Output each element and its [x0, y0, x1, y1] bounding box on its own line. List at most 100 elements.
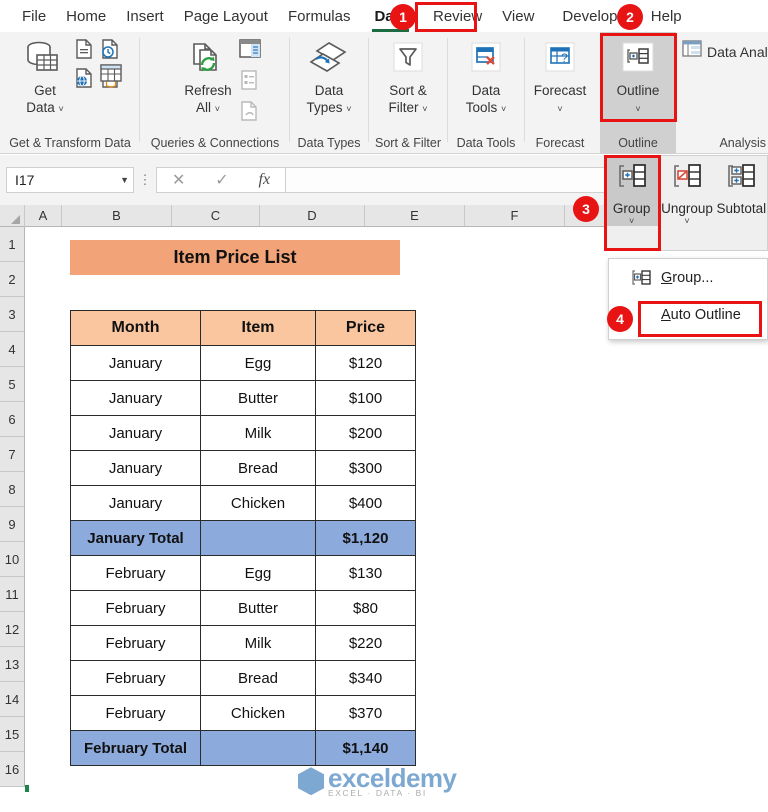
table-row[interactable]: February Egg $130 [70, 555, 416, 591]
row-header-3[interactable]: 3 [0, 297, 24, 332]
table-row[interactable]: February Bread $340 [70, 660, 416, 696]
column-header-e[interactable]: E [365, 205, 465, 226]
formula-bar-grip[interactable]: ⋮ [134, 173, 156, 186]
cell-item[interactable]: Bread [200, 450, 316, 486]
cell-price[interactable]: $340 [315, 660, 416, 696]
queries-connections-pane-icon[interactable] [238, 38, 262, 65]
table-row[interactable]: January Milk $200 [70, 415, 416, 451]
row-header-9[interactable]: 9 [0, 507, 24, 542]
cell-month[interactable]: January [70, 485, 201, 521]
cell-price[interactable]: $100 [315, 380, 416, 416]
tab-help[interactable]: Help [641, 4, 692, 29]
row-header-16[interactable]: 16 [0, 752, 24, 787]
cell-item[interactable]: Egg [200, 555, 316, 591]
cell-item[interactable]: Chicken [200, 485, 316, 521]
cell-price-total[interactable]: $1,120 [315, 520, 416, 556]
row-header-2[interactable]: 2 [0, 262, 24, 297]
cell-price-total[interactable]: $1,140 [315, 730, 416, 766]
row-header-10[interactable]: 10 [0, 542, 24, 577]
row-header-8[interactable]: 8 [0, 472, 24, 507]
cell-month[interactable]: February [70, 625, 201, 661]
data-analysis-button[interactable]: Data Analysis [682, 40, 768, 63]
row-header-4[interactable]: 4 [0, 332, 24, 367]
properties-icon[interactable] [238, 69, 262, 96]
cell-item[interactable]: Bread [200, 660, 316, 696]
cell-month[interactable]: January [70, 450, 201, 486]
edit-links-icon[interactable] [238, 100, 262, 127]
new-query-doc-icon[interactable] [73, 38, 97, 65]
row-header-5[interactable]: 5 [0, 367, 24, 402]
cell-item-total[interactable] [200, 520, 316, 556]
cell-item-total[interactable] [200, 730, 316, 766]
sort-filter-button[interactable]: Sort & Filter ˅ [382, 36, 434, 118]
cell-item[interactable]: Egg [200, 345, 316, 381]
fx-icon[interactable]: fx [259, 171, 271, 189]
cell-month[interactable]: January [70, 380, 201, 416]
row-header-6[interactable]: 6 [0, 402, 24, 437]
tab-home[interactable]: Home [56, 4, 116, 29]
cell-month-total[interactable]: February Total [70, 730, 201, 766]
cell-price[interactable]: $370 [315, 695, 416, 731]
cell-month[interactable]: February [70, 555, 201, 591]
row-header-13[interactable]: 13 [0, 647, 24, 682]
cell-month[interactable]: February [70, 660, 201, 696]
cell-item[interactable]: Milk [200, 625, 316, 661]
tab-page-layout[interactable]: Page Layout [174, 4, 278, 29]
row-header-11[interactable]: 11 [0, 577, 24, 612]
cell-price[interactable]: $300 [315, 450, 416, 486]
cell-month[interactable]: February [70, 590, 201, 626]
data-types-button[interactable]: Data Types ˅ [300, 36, 357, 118]
cell-price[interactable]: $80 [315, 590, 416, 626]
tab-review[interactable]: Review [423, 4, 492, 29]
row-header-12[interactable]: 12 [0, 612, 24, 647]
forecast-button[interactable]: ? Forecast ˅ [528, 36, 593, 118]
recent-sources-clock-icon[interactable] [99, 38, 123, 65]
cell-item[interactable]: Milk [200, 415, 316, 451]
cell-price[interactable]: $200 [315, 415, 416, 451]
table-row[interactable]: January Bread $300 [70, 450, 416, 486]
row-header-15[interactable]: 15 [0, 717, 24, 752]
confirm-icon[interactable]: ✓ [215, 170, 228, 190]
cell-price[interactable]: $220 [315, 625, 416, 661]
cell-item[interactable]: Butter [200, 590, 316, 626]
menu-item-group[interactable]: Group... [609, 259, 767, 296]
table-row[interactable]: February Milk $220 [70, 625, 416, 661]
cell-month[interactable]: February [70, 695, 201, 731]
column-header-f[interactable]: F [465, 205, 565, 226]
cell-item[interactable]: Chicken [200, 695, 316, 731]
ungroup-button[interactable]: Ungroup ˅ [658, 156, 715, 226]
menu-item-auto-outline[interactable]: Auto Outline [609, 296, 767, 333]
cell-month[interactable]: January [70, 345, 201, 381]
cell-month-total[interactable]: January Total [70, 520, 201, 556]
tab-formulas[interactable]: Formulas [278, 4, 361, 29]
data-tools-button[interactable]: Data Tools ˅ [460, 36, 513, 118]
table-row[interactable]: January Chicken $400 [70, 485, 416, 521]
chevron-down-icon[interactable]: ▼ [120, 175, 129, 185]
table-row[interactable]: February Chicken $370 [70, 695, 416, 731]
group-button[interactable]: Group ˅ [605, 156, 659, 226]
row-header-1[interactable]: 1 [0, 227, 24, 262]
tab-insert[interactable]: Insert [116, 4, 174, 29]
column-header-d[interactable]: D [260, 205, 365, 226]
row-header-7[interactable]: 7 [0, 437, 24, 472]
subtotal-button[interactable]: Subtotal [716, 156, 767, 216]
table-row[interactable]: February Butter $80 [70, 590, 416, 626]
table-row-total[interactable]: January Total $1,120 [70, 520, 416, 556]
cell-price[interactable]: $400 [315, 485, 416, 521]
tab-file[interactable]: File [12, 4, 56, 29]
get-data-button[interactable]: Get Data ˅ [17, 36, 73, 118]
worksheet-title-cell[interactable]: Item Price List [70, 240, 400, 275]
select-all-corner[interactable] [0, 205, 25, 227]
refresh-all-button[interactable]: Refresh All ˅ [178, 36, 237, 118]
cell-price[interactable]: $130 [315, 555, 416, 591]
table-row-total[interactable]: February Total $1,140 [70, 730, 416, 766]
cell-item[interactable]: Butter [200, 380, 316, 416]
column-header-c[interactable]: C [172, 205, 260, 226]
column-header-b[interactable]: B [62, 205, 172, 226]
row-header-14[interactable]: 14 [0, 682, 24, 717]
column-header-a[interactable]: A [25, 205, 62, 226]
cancel-icon[interactable]: ✕ [172, 170, 185, 190]
tab-view[interactable]: View [492, 4, 544, 29]
name-box[interactable]: I17 ▼ [6, 167, 134, 193]
table-row[interactable]: January Egg $120 [70, 345, 416, 381]
